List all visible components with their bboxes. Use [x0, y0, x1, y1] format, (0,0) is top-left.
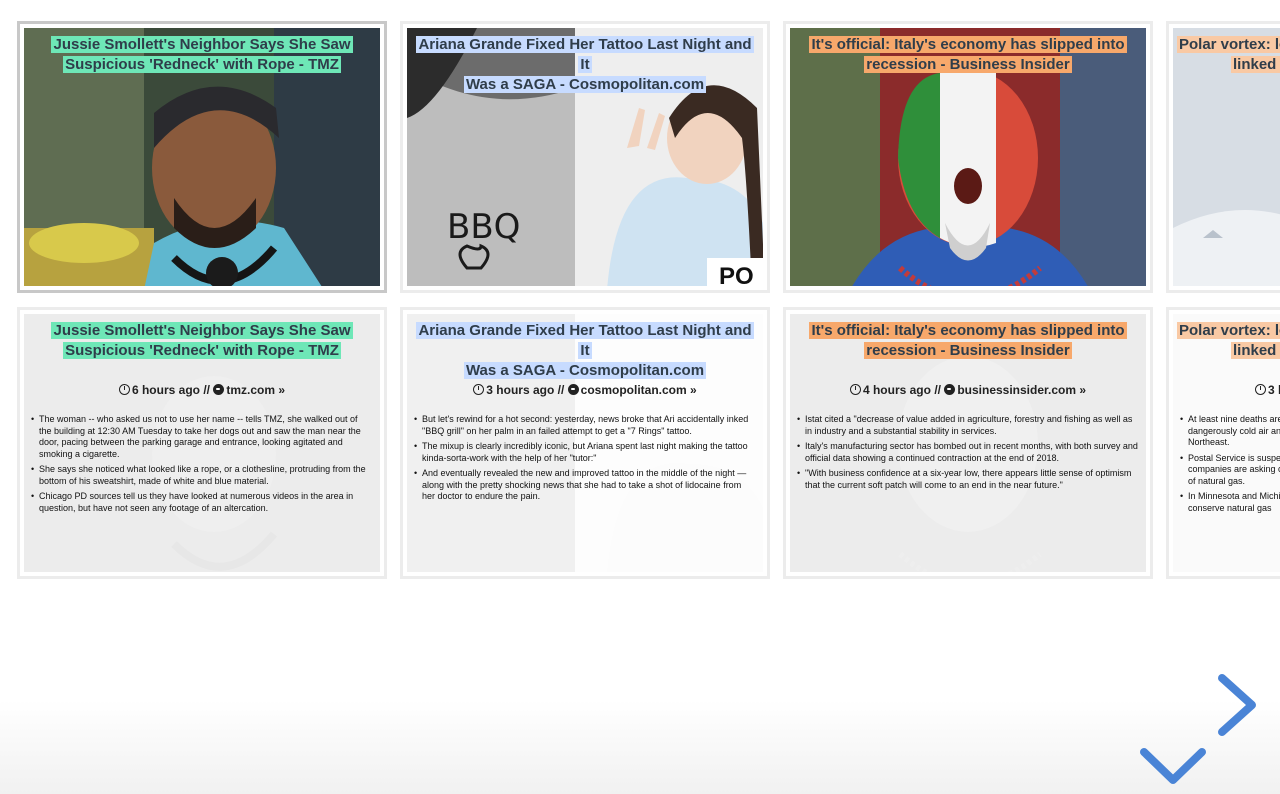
story-headline-polar: Polar vortex: lo linked to	[1177, 35, 1280, 75]
story-bullets-polar: At least nine deaths are dangerously col…	[1179, 414, 1280, 518]
story-source-link[interactable]: tmz.com »	[226, 383, 285, 397]
story-card-back-polar[interactable]: Polar vortex: lo linked to 3 h At least …	[1166, 307, 1280, 579]
story-time: 6 hours ago	[131, 383, 200, 397]
headline-line-1: Ariana Grande Fixed Her Tattoo Last Nigh…	[416, 322, 754, 359]
headline-line-2: Was a SAGA - Cosmopolitan.com	[463, 362, 707, 379]
story-bullet: And eventually revealed the new and impr…	[413, 468, 755, 503]
story-meta-italy: 4 hours ago // businessinsider.com »	[790, 383, 1146, 397]
story-bullet: Italy's manufacturing sector has bombed …	[796, 441, 1138, 464]
headline-line-2: recession - Business Insider	[864, 56, 1072, 73]
story-bullet: She says she noticed what looked like a …	[30, 464, 372, 487]
headline-line-1: It's official: Italy's economy has slipp…	[809, 322, 1127, 339]
story-card-back-smollett[interactable]: Jussie Smollett's Neighbor Says She Saw …	[17, 307, 387, 579]
story-card-front-smollett[interactable]: Jussie Smollett's Neighbor Says She Saw …	[17, 21, 387, 293]
clock-icon	[118, 384, 130, 395]
story-headline-italy: It's official: Italy's economy has slipp…	[796, 321, 1140, 361]
headline-line-1: It's official: Italy's economy has slipp…	[809, 36, 1127, 53]
headline-line-1: Ariana Grande Fixed Her Tattoo Last Nigh…	[416, 36, 754, 73]
story-bullet: Istat cited a "decrease of value added i…	[796, 414, 1138, 437]
story-headline-italy: It's official: Italy's economy has slipp…	[796, 35, 1140, 75]
story-time: 4 hours ago	[862, 383, 931, 397]
story-bullets-smollett: The woman -- who asked us not to use her…	[30, 414, 372, 518]
tattoo-text: BBQ	[447, 207, 520, 247]
story-bullet: But let's rewind for a hot second: yeste…	[413, 414, 755, 437]
headline-line-1: Jussie Smollett's Neighbor Says She Saw	[51, 36, 353, 53]
headline-line-2: Suspicious 'Redneck' with Rope - TMZ	[63, 342, 341, 359]
story-meta-smollett: 6 hours ago // tmz.com »	[24, 383, 380, 397]
story-bullet: The woman -- who asked us not to use her…	[30, 414, 372, 460]
headline-line-1: Jussie Smollett's Neighbor Says She Saw	[51, 322, 353, 339]
story-card-back-grande[interactable]: Ariana Grande Fixed Her Tattoo Last Nigh…	[400, 307, 770, 579]
story-bullet: In Minnesota and Michi to conserve natur…	[1179, 491, 1280, 514]
story-headline-smollett: Jussie Smollett's Neighbor Says She Saw …	[30, 35, 374, 75]
news-carousel: Jussie Smollett's Neighbor Says She Saw …	[0, 0, 1280, 794]
story-bullet: "With business confidence at a six-year …	[796, 468, 1138, 491]
headline-line-2: recession - Business Insider	[864, 342, 1072, 359]
story-headline-polar: Polar vortex: lo linked to	[1177, 321, 1280, 361]
clock-icon	[473, 384, 485, 395]
headline-line-1: Polar vortex: lo	[1177, 36, 1280, 53]
meta-separator: //	[934, 383, 941, 397]
carousel-row-front: Jussie Smollett's Neighbor Says She Saw …	[17, 21, 1280, 293]
headline-line-2: linked to	[1231, 56, 1280, 73]
story-bullets-grande: But let's rewind for a hot second: yeste…	[413, 414, 755, 507]
globe-icon	[213, 384, 225, 395]
meta-separator: //	[203, 383, 210, 397]
story-card-front-grande[interactable]: PO BBQ Ariana Grande Fixed Her Tattoo La…	[400, 21, 770, 293]
headline-line-2: linked to	[1231, 342, 1280, 359]
story-source-link[interactable]: cosmopolitan.com »	[581, 383, 697, 397]
meta-separator: //	[557, 383, 565, 397]
clock-icon	[849, 384, 861, 395]
carousel-row-back: Jussie Smollett's Neighbor Says She Saw …	[17, 307, 1280, 579]
clock-icon	[1255, 384, 1266, 395]
story-bullet: Postal Service is suspe companies are as…	[1179, 453, 1280, 488]
story-meta-grande: 3 hours ago // cosmopolitan.com »	[407, 383, 763, 397]
globe-icon	[944, 384, 956, 395]
story-card-back-italy[interactable]: It's official: Italy's economy has slipp…	[783, 307, 1153, 579]
headline-line-1: Polar vortex: lo	[1177, 322, 1280, 339]
shirt-logo-text: PO	[719, 263, 754, 286]
story-meta-polar: 3 h	[1255, 383, 1280, 397]
story-time: 3 hours ago	[486, 383, 555, 397]
story-bullet: The mixup is clearly incredibly iconic, …	[413, 441, 755, 464]
story-card-front-polar[interactable]: Polar vortex: lo linked to	[1166, 21, 1280, 293]
story-card-front-italy[interactable]: It's official: Italy's economy has slipp…	[783, 21, 1153, 293]
story-time: 3 h	[1268, 383, 1280, 397]
chevron-down-icon[interactable]	[1138, 742, 1208, 788]
story-source-link[interactable]: businessinsider.com »	[957, 383, 1086, 397]
story-headline-grande: Ariana Grande Fixed Her Tattoo Last Nigh…	[413, 321, 757, 381]
story-bullet: Chicago PD sources tell us they have loo…	[30, 491, 372, 514]
story-headline-smollett: Jussie Smollett's Neighbor Says She Saw …	[30, 321, 374, 361]
headline-line-2: Was a SAGA - Cosmopolitan.com	[463, 76, 707, 93]
headline-line-2: Suspicious 'Redneck' with Rope - TMZ	[63, 56, 341, 73]
story-bullets-italy: Istat cited a "decrease of value added i…	[796, 414, 1138, 495]
globe-icon	[567, 384, 579, 395]
story-bullet: At least nine deaths are dangerously col…	[1179, 414, 1280, 449]
story-headline-grande: Ariana Grande Fixed Her Tattoo Last Nigh…	[413, 35, 757, 95]
chevron-right-icon[interactable]	[1210, 672, 1260, 738]
